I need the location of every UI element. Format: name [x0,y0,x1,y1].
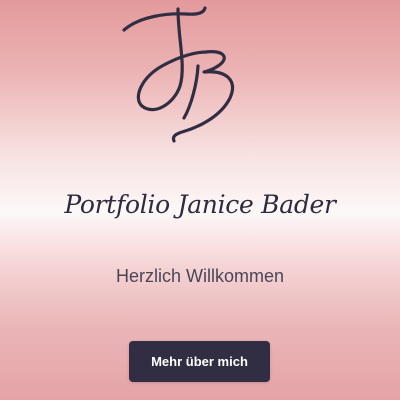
about-me-button[interactable]: Mehr über mich [129,341,270,382]
welcome-subtitle: Herzlich Willkommen [115,266,285,286]
monogram-j-stem [136,7,208,112]
monogram-b-spine [182,64,200,120]
page-title: Portfolio Janice Bader [64,190,336,219]
monogram-logo [122,6,235,143]
monogram-j-stroke [122,6,207,32]
